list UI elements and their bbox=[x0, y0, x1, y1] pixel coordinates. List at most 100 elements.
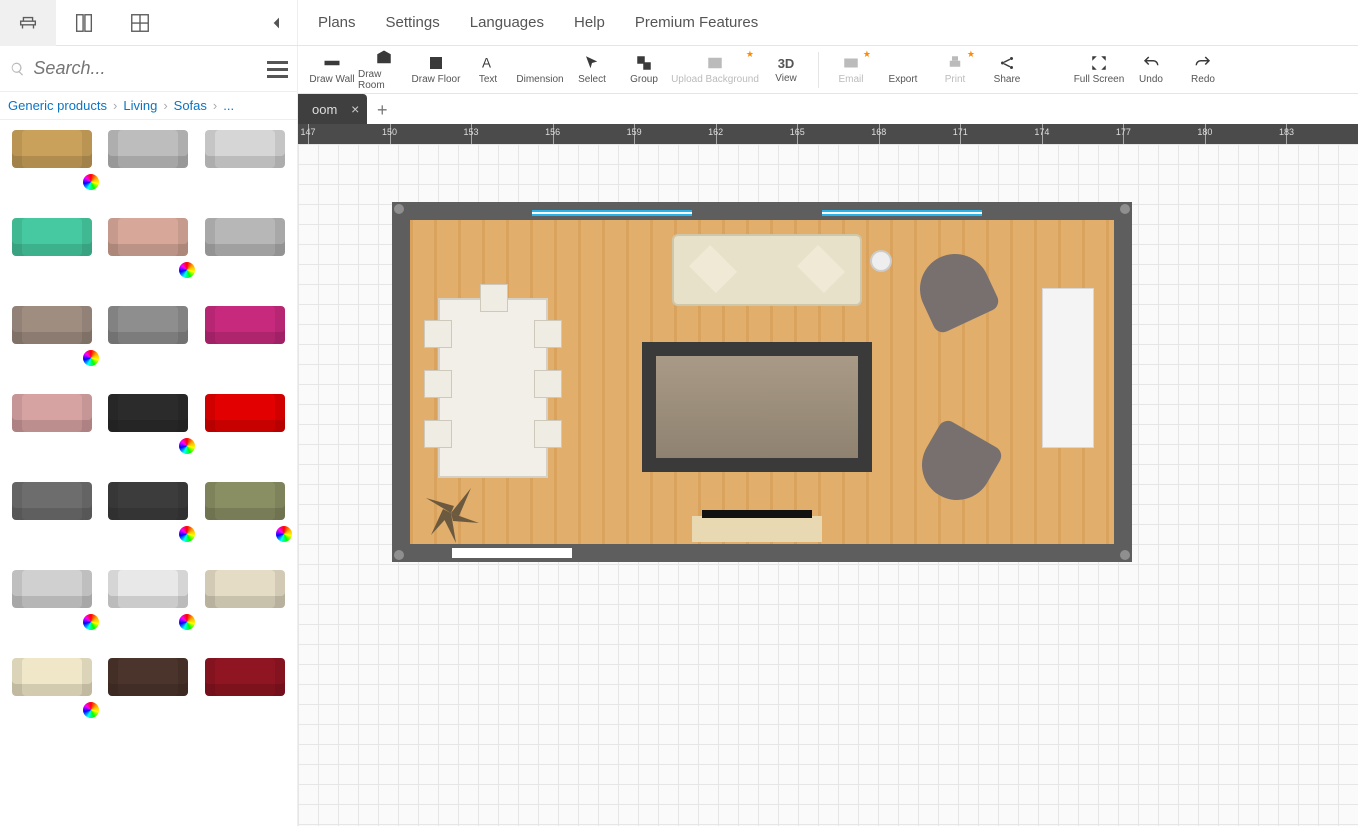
tool-draw-floor[interactable]: Draw Floor bbox=[410, 47, 462, 93]
tv-stand[interactable] bbox=[692, 516, 822, 542]
tool-print[interactable]: ★Print bbox=[929, 47, 981, 93]
sidebar-category-tabs bbox=[0, 0, 298, 45]
breadcrumb-generic[interactable]: Generic products bbox=[8, 98, 107, 113]
tab-close-button[interactable]: × bbox=[351, 101, 359, 117]
chair[interactable] bbox=[534, 420, 562, 448]
tool-dimension[interactable]: Dimension bbox=[514, 47, 566, 93]
catalog-item[interactable] bbox=[202, 658, 288, 696]
tab-label: oom bbox=[312, 102, 337, 117]
room[interactable] bbox=[392, 202, 1132, 562]
tool-email[interactable]: ★Email bbox=[825, 47, 877, 93]
tool-group[interactable]: Group bbox=[618, 47, 670, 93]
catalog-item[interactable] bbox=[202, 570, 288, 608]
search-row bbox=[0, 46, 298, 92]
menu-settings[interactable]: Settings bbox=[386, 14, 440, 31]
plan-tab[interactable]: oom × bbox=[298, 94, 367, 124]
chair[interactable] bbox=[424, 420, 452, 448]
sidebar-menu-button[interactable] bbox=[267, 57, 288, 81]
menu-plans[interactable]: Plans bbox=[318, 14, 356, 31]
corner-handle[interactable] bbox=[394, 550, 404, 560]
corner-handle[interactable] bbox=[1120, 204, 1130, 214]
window[interactable] bbox=[822, 210, 982, 216]
breadcrumb-more[interactable]: ... bbox=[223, 98, 234, 113]
tool-draw-room[interactable]: Draw Room bbox=[358, 47, 410, 93]
chair[interactable] bbox=[534, 370, 562, 398]
catalog-furniture-tab[interactable] bbox=[0, 0, 56, 46]
tool-redo[interactable]: Redo bbox=[1177, 47, 1229, 93]
dining-table[interactable] bbox=[438, 298, 548, 478]
ruler-label: 162 bbox=[708, 127, 723, 137]
catalog-grid bbox=[0, 120, 297, 756]
main-area: Draw Wall Draw Room Draw Floor AText Dim… bbox=[298, 46, 1358, 826]
sofa[interactable] bbox=[672, 234, 862, 306]
tv bbox=[702, 510, 812, 518]
color-wheel-icon[interactable] bbox=[179, 262, 195, 278]
floor-lamp[interactable] bbox=[872, 252, 890, 270]
catalog-item[interactable] bbox=[105, 482, 191, 520]
color-wheel-icon[interactable] bbox=[179, 526, 195, 542]
color-wheel-icon[interactable] bbox=[83, 614, 99, 630]
catalog-item[interactable] bbox=[202, 394, 288, 432]
color-wheel-icon[interactable] bbox=[83, 350, 99, 366]
color-wheel-icon[interactable] bbox=[179, 438, 195, 454]
tool-text[interactable]: AText bbox=[462, 47, 514, 93]
tool-share[interactable]: Share bbox=[981, 47, 1033, 93]
canvas[interactable] bbox=[298, 144, 1358, 826]
rug[interactable] bbox=[642, 342, 872, 472]
tool-export[interactable]: Export bbox=[877, 47, 929, 93]
catalog-item[interactable] bbox=[9, 658, 95, 696]
main-menu: Plans Settings Languages Help Premium Fe… bbox=[298, 0, 1358, 45]
search-icon bbox=[10, 60, 25, 78]
tool-3d-view[interactable]: 3DView bbox=[760, 47, 812, 93]
collapse-sidebar-button[interactable] bbox=[257, 15, 297, 31]
chair[interactable] bbox=[424, 320, 452, 348]
catalog-item[interactable] bbox=[105, 218, 191, 256]
color-wheel-icon[interactable] bbox=[83, 702, 99, 718]
tv-unit[interactable] bbox=[1042, 288, 1094, 448]
catalog-item[interactable] bbox=[202, 130, 288, 168]
corner-handle[interactable] bbox=[394, 204, 404, 214]
catalog-rooms-tab[interactable] bbox=[112, 0, 168, 46]
catalog-item[interactable] bbox=[105, 306, 191, 344]
catalog-item[interactable] bbox=[202, 482, 288, 520]
catalog-item[interactable] bbox=[9, 482, 95, 520]
chair[interactable] bbox=[480, 284, 508, 312]
catalog-item[interactable] bbox=[202, 218, 288, 256]
ruler-label: 147 bbox=[300, 127, 315, 137]
corner-handle[interactable] bbox=[1120, 550, 1130, 560]
catalog-doors-tab[interactable] bbox=[56, 0, 112, 46]
catalog-item[interactable] bbox=[9, 306, 95, 344]
tool-select[interactable]: Select bbox=[566, 47, 618, 93]
catalog-item[interactable] bbox=[202, 306, 288, 344]
menu-premium[interactable]: Premium Features bbox=[635, 14, 758, 31]
catalog-item[interactable] bbox=[9, 570, 95, 608]
plant[interactable] bbox=[416, 478, 486, 548]
catalog-item[interactable] bbox=[9, 130, 95, 168]
color-wheel-icon[interactable] bbox=[276, 526, 292, 542]
tool-fullscreen[interactable]: Full Screen bbox=[1073, 47, 1125, 93]
door[interactable] bbox=[452, 548, 572, 558]
tool-draw-wall[interactable]: Draw Wall bbox=[306, 47, 358, 93]
breadcrumb-living[interactable]: Living bbox=[123, 98, 157, 113]
catalog-item[interactable] bbox=[105, 394, 191, 432]
ruler-label: 174 bbox=[1034, 127, 1049, 137]
ruler-label: 177 bbox=[1116, 127, 1131, 137]
menu-help[interactable]: Help bbox=[574, 14, 605, 31]
add-tab-button[interactable]: + bbox=[367, 96, 397, 124]
catalog-item[interactable] bbox=[105, 570, 191, 608]
tool-upload-background[interactable]: ★Upload Background bbox=[670, 47, 760, 93]
menu-languages[interactable]: Languages bbox=[470, 14, 544, 31]
color-wheel-icon[interactable] bbox=[179, 614, 195, 630]
chair[interactable] bbox=[534, 320, 562, 348]
tool-undo[interactable]: Undo bbox=[1125, 47, 1177, 93]
search-input[interactable] bbox=[33, 58, 267, 79]
catalog-item[interactable] bbox=[105, 130, 191, 168]
breadcrumb-sofas[interactable]: Sofas bbox=[174, 98, 207, 113]
catalog-item[interactable] bbox=[9, 218, 95, 256]
color-wheel-icon[interactable] bbox=[83, 174, 99, 190]
chair[interactable] bbox=[424, 370, 452, 398]
catalog-item[interactable] bbox=[9, 394, 95, 432]
catalog-item[interactable] bbox=[105, 658, 191, 696]
window[interactable] bbox=[532, 210, 692, 216]
ruler-label: 183 bbox=[1279, 127, 1294, 137]
